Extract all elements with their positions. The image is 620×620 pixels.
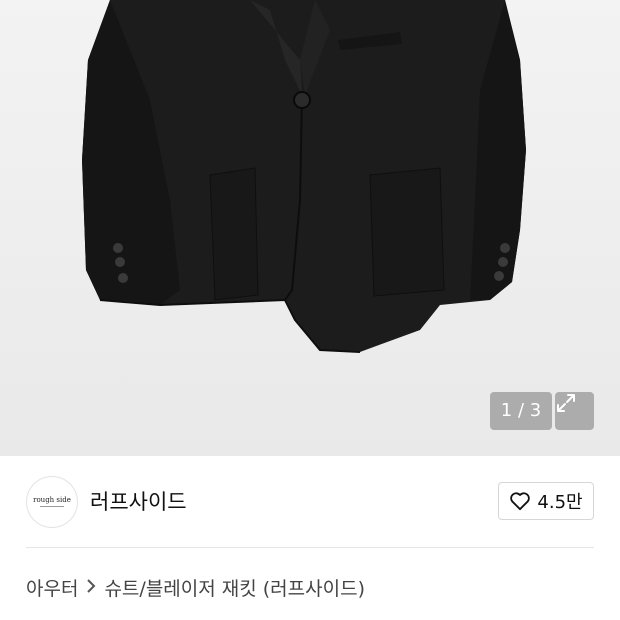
like-button[interactable]: 4.5만 [498,482,594,520]
product-image-jacket [82,0,526,353]
heart-outline-icon [510,492,531,511]
brand-logo-underline [40,506,64,507]
expand-arrows-icon [557,394,575,412]
product-image-gallery[interactable]: 1 / 3 [0,0,620,456]
like-count: 4.5만 [537,492,583,513]
section-divider [26,547,594,548]
breadcrumb-subcategory[interactable]: 슈트/블레이저 재킷 (러프사이드) [104,574,365,601]
image-page-indicator: 1 / 3 [490,392,552,430]
brand-logo[interactable]: rough side [26,476,78,528]
breadcrumb-category[interactable]: 아우터 [26,574,78,601]
chevron-right-icon [86,577,96,598]
brand-name-link[interactable]: 러프사이드 [90,486,187,516]
breadcrumb: 아우터 슈트/블레이저 재킷 (러프사이드) [26,574,365,601]
brand-logo-text: rough side [33,496,71,504]
expand-image-button[interactable] [555,392,594,430]
